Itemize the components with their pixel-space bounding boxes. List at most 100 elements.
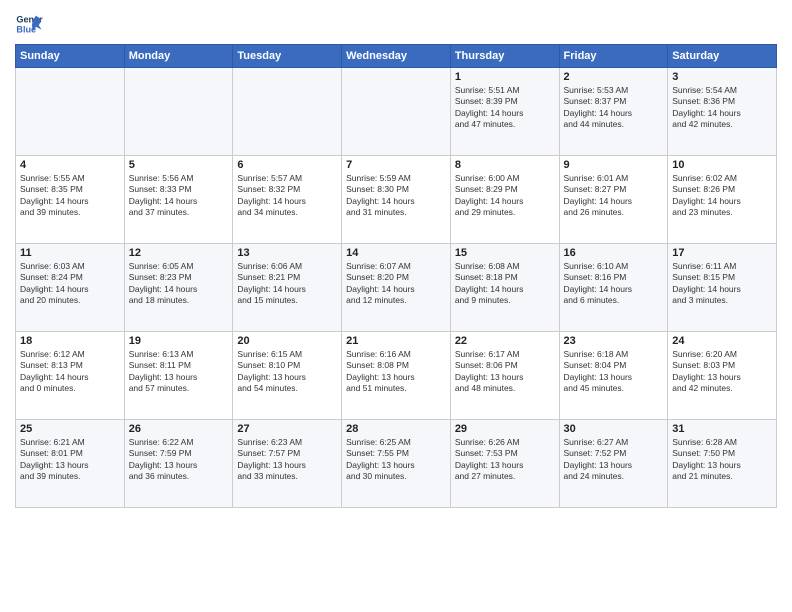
day-info: Sunrise: 5:54 AM Sunset: 8:36 PM Dayligh… (672, 85, 772, 131)
calendar-cell: 5Sunrise: 5:56 AM Sunset: 8:33 PM Daylig… (124, 156, 233, 244)
calendar-cell: 1 Sunrise: 5:51 AM Sunset: 8:39 PM Daylig… (450, 68, 559, 156)
day-number: 29 (455, 423, 555, 435)
calendar-cell: 3 Sunrise: 5:54 AM Sunset: 8:36 PM Daylig… (668, 68, 777, 156)
calendar-cell: 26 Sunrise: 6:22 AM Sunset: 7:59 PM Dayli… (124, 420, 233, 508)
header: General Blue (15, 10, 777, 38)
day-number: 28 (346, 423, 446, 435)
calendar-cell: 7Sunrise: 5:59 AM Sunset: 8:30 PM Daylig… (342, 156, 451, 244)
calendar-cell: 24Sunrise: 6:20 AM Sunset: 8:03 PM Dayli… (668, 332, 777, 420)
calendar-cell: 23 Sunrise: 6:18 AM Sunset: 8:04 PM Dayli… (559, 332, 668, 420)
day-info: Sunrise: 6:22 AM Sunset: 7:59 PM Dayligh… (129, 437, 229, 483)
day-info: Sunrise: 6:02 AM Sunset: 8:26 PM Dayligh… (672, 173, 772, 219)
calendar-cell: 17 Sunrise: 6:11 AM Sunset: 8:15 PM Dayli… (668, 244, 777, 332)
day-number: 18 (20, 335, 120, 347)
day-info: Sunrise: 6:23 AM Sunset: 7:57 PM Dayligh… (237, 437, 337, 483)
calendar-cell: 14 Sunrise: 6:07 AM Sunset: 8:20 PM Dayli… (342, 244, 451, 332)
day-info: Sunrise: 5:57 AM Sunset: 8:32 PM Dayligh… (237, 173, 337, 219)
day-number: 20 (237, 335, 337, 347)
calendar-header-friday: Friday (559, 45, 668, 68)
day-number: 26 (129, 423, 229, 435)
day-number: 23 (564, 335, 664, 347)
calendar-cell: 4 Sunrise: 5:55 AM Sunset: 8:35 PM Daylig… (16, 156, 125, 244)
calendar-cell: 2 Sunrise: 5:53 AM Sunset: 8:37 PM Daylig… (559, 68, 668, 156)
day-info: Sunrise: 5:53 AM Sunset: 8:37 PM Dayligh… (564, 85, 664, 131)
day-info: Sunrise: 6:01 AM Sunset: 8:27 PM Dayligh… (564, 173, 664, 219)
calendar-cell: 27 Sunrise: 6:23 AM Sunset: 7:57 PM Dayli… (233, 420, 342, 508)
calendar-cell: 18 Sunrise: 6:12 AM Sunset: 8:13 PM Dayli… (16, 332, 125, 420)
day-info: Sunrise: 6:12 AM Sunset: 8:13 PM Dayligh… (20, 349, 120, 395)
day-info: Sunrise: 5:59 AM Sunset: 8:30 PM Dayligh… (346, 173, 446, 219)
calendar-cell: 22Sunrise: 6:17 AM Sunset: 8:06 PM Dayli… (450, 332, 559, 420)
day-number: 27 (237, 423, 337, 435)
day-number: 6 (237, 159, 337, 171)
day-info: Sunrise: 6:07 AM Sunset: 8:20 PM Dayligh… (346, 261, 446, 307)
day-info: Sunrise: 6:26 AM Sunset: 7:53 PM Dayligh… (455, 437, 555, 483)
day-number: 3 (672, 71, 772, 83)
day-info: Sunrise: 6:16 AM Sunset: 8:08 PM Dayligh… (346, 349, 446, 395)
day-number: 13 (237, 247, 337, 259)
calendar-week-row: 4 Sunrise: 5:55 AM Sunset: 8:35 PM Daylig… (16, 156, 777, 244)
calendar-cell: 15 Sunrise: 6:08 AM Sunset: 8:18 PM Dayli… (450, 244, 559, 332)
calendar-cell: 21 Sunrise: 6:16 AM Sunset: 8:08 PM Dayli… (342, 332, 451, 420)
day-info: Sunrise: 6:17 AM Sunset: 8:06 PM Dayligh… (455, 349, 555, 395)
day-number: 4 (20, 159, 120, 171)
day-number: 9 (564, 159, 664, 171)
day-number: 1 (455, 71, 555, 83)
calendar-header-wednesday: Wednesday (342, 45, 451, 68)
calendar-cell: 6 Sunrise: 5:57 AM Sunset: 8:32 PM Daylig… (233, 156, 342, 244)
calendar-cell: 20 Sunrise: 6:15 AM Sunset: 8:10 PM Dayli… (233, 332, 342, 420)
calendar-cell: 25 Sunrise: 6:21 AM Sunset: 8:01 PM Dayli… (16, 420, 125, 508)
calendar-header-thursday: Thursday (450, 45, 559, 68)
day-info: Sunrise: 6:28 AM Sunset: 7:50 PM Dayligh… (672, 437, 772, 483)
day-number: 25 (20, 423, 120, 435)
calendar-cell (124, 68, 233, 156)
day-number: 8 (455, 159, 555, 171)
calendar-header-row: SundayMondayTuesdayWednesdayThursdayFrid… (16, 45, 777, 68)
calendar-cell: 9 Sunrise: 6:01 AM Sunset: 8:27 PM Daylig… (559, 156, 668, 244)
calendar-cell (233, 68, 342, 156)
page: General Blue SundayMondayTuesdayWednesda… (0, 0, 792, 612)
day-info: Sunrise: 5:51 AM Sunset: 8:39 PM Dayligh… (455, 85, 555, 131)
calendar-cell: 16 Sunrise: 6:10 AM Sunset: 8:16 PM Dayli… (559, 244, 668, 332)
calendar-table: SundayMondayTuesdayWednesdayThursdayFrid… (15, 44, 777, 508)
logo: General Blue (15, 10, 49, 38)
calendar-week-row: 25 Sunrise: 6:21 AM Sunset: 8:01 PM Dayli… (16, 420, 777, 508)
day-number: 11 (20, 247, 120, 259)
calendar-cell: 28Sunrise: 6:25 AM Sunset: 7:55 PM Dayli… (342, 420, 451, 508)
day-number: 31 (672, 423, 772, 435)
calendar-header-tuesday: Tuesday (233, 45, 342, 68)
calendar-week-row: 1 Sunrise: 5:51 AM Sunset: 8:39 PM Daylig… (16, 68, 777, 156)
calendar-header-sunday: Sunday (16, 45, 125, 68)
calendar-cell: 11 Sunrise: 6:03 AM Sunset: 8:24 PM Dayli… (16, 244, 125, 332)
day-info: Sunrise: 6:10 AM Sunset: 8:16 PM Dayligh… (564, 261, 664, 307)
calendar-cell (342, 68, 451, 156)
day-info: Sunrise: 6:00 AM Sunset: 8:29 PM Dayligh… (455, 173, 555, 219)
calendar-cell: 8 Sunrise: 6:00 AM Sunset: 8:29 PM Daylig… (450, 156, 559, 244)
logo-icon: General Blue (15, 10, 43, 38)
calendar-cell: 29 Sunrise: 6:26 AM Sunset: 7:53 PM Dayli… (450, 420, 559, 508)
day-number: 16 (564, 247, 664, 259)
day-number: 15 (455, 247, 555, 259)
day-number: 30 (564, 423, 664, 435)
day-info: Sunrise: 6:20 AM Sunset: 8:03 PM Dayligh… (672, 349, 772, 395)
day-info: Sunrise: 6:11 AM Sunset: 8:15 PM Dayligh… (672, 261, 772, 307)
calendar-header-saturday: Saturday (668, 45, 777, 68)
day-info: Sunrise: 5:56 AM Sunset: 8:33 PM Dayligh… (129, 173, 229, 219)
day-info: Sunrise: 6:08 AM Sunset: 8:18 PM Dayligh… (455, 261, 555, 307)
day-number: 17 (672, 247, 772, 259)
day-info: Sunrise: 6:15 AM Sunset: 8:10 PM Dayligh… (237, 349, 337, 395)
day-number: 21 (346, 335, 446, 347)
calendar-cell: 10 Sunrise: 6:02 AM Sunset: 8:26 PM Dayli… (668, 156, 777, 244)
calendar-week-row: 11 Sunrise: 6:03 AM Sunset: 8:24 PM Dayli… (16, 244, 777, 332)
day-number: 2 (564, 71, 664, 83)
day-info: Sunrise: 6:18 AM Sunset: 8:04 PM Dayligh… (564, 349, 664, 395)
day-number: 14 (346, 247, 446, 259)
calendar-cell: 12Sunrise: 6:05 AM Sunset: 8:23 PM Dayli… (124, 244, 233, 332)
calendar-week-row: 18 Sunrise: 6:12 AM Sunset: 8:13 PM Dayli… (16, 332, 777, 420)
day-info: Sunrise: 6:21 AM Sunset: 8:01 PM Dayligh… (20, 437, 120, 483)
day-info: Sunrise: 6:03 AM Sunset: 8:24 PM Dayligh… (20, 261, 120, 307)
day-info: Sunrise: 5:55 AM Sunset: 8:35 PM Dayligh… (20, 173, 120, 219)
day-number: 10 (672, 159, 772, 171)
calendar-header-monday: Monday (124, 45, 233, 68)
day-info: Sunrise: 6:13 AM Sunset: 8:11 PM Dayligh… (129, 349, 229, 395)
